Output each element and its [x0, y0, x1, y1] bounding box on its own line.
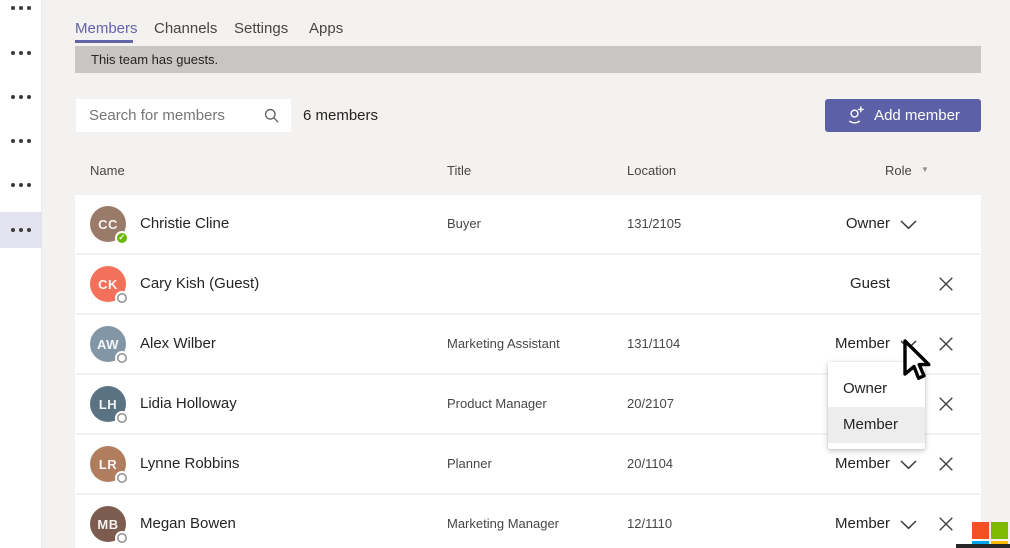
presence-badge-icon: [115, 411, 129, 425]
teams-sidebar: [0, 0, 42, 548]
member-role[interactable]: Guest: [850, 255, 890, 313]
member-title: Planner: [447, 456, 492, 471]
avatar-initials: CC: [98, 216, 118, 232]
member-avatar: MB: [90, 506, 129, 545]
remove-member-button[interactable]: [938, 396, 954, 412]
member-row: CK Cary Kish (Guest) Guest: [75, 255, 981, 315]
video-edge-strip: [956, 544, 1010, 548]
remove-member-button[interactable]: [938, 276, 954, 292]
more-dots-icon: [27, 95, 31, 99]
member-name: Cary Kish (Guest): [140, 275, 260, 292]
sidebar-item-team-3[interactable]: [0, 79, 42, 115]
person-add-icon: [849, 106, 864, 124]
remove-member-button[interactable]: [938, 336, 954, 352]
more-dots-icon: [19, 228, 23, 232]
more-dots-icon: [19, 183, 23, 187]
guests-banner: This team has guests.: [75, 46, 981, 73]
role-chevron-down-icon[interactable]: [900, 340, 917, 350]
member-name: Lidia Holloway: [140, 395, 237, 412]
member-avatar: CK: [90, 266, 129, 305]
presence-badge-icon: [115, 471, 129, 485]
member-location: 12/1110: [627, 516, 673, 531]
more-dots-icon: [19, 95, 23, 99]
active-tab-underline: [75, 40, 133, 43]
more-dots-icon: [27, 228, 31, 232]
presence-badge-icon: [115, 351, 129, 365]
more-dots-icon: [27, 183, 31, 187]
role-sort-icon[interactable]: ▼: [921, 165, 929, 174]
avatar-initials: CK: [98, 276, 118, 292]
search-icon: [264, 108, 279, 123]
more-dots-icon: [11, 51, 15, 55]
avatar-initials: LR: [98, 456, 118, 472]
tab-members[interactable]: Members: [75, 20, 138, 37]
role-option-member[interactable]: Member: [828, 407, 925, 443]
more-dots-icon: [27, 139, 31, 143]
microsoft-logo-square: [972, 522, 989, 539]
member-role[interactable]: Member: [835, 495, 890, 548]
tab-channels[interactable]: Channels: [154, 20, 217, 37]
avatar-initials: LH: [98, 396, 118, 412]
member-location: 131/2105: [627, 216, 682, 231]
presence-badge-icon: [115, 531, 129, 545]
member-avatar: LH: [90, 386, 129, 425]
role-option-owner[interactable]: Owner: [828, 371, 925, 407]
member-location: 20/1104: [627, 456, 674, 471]
member-title: Buyer: [447, 216, 481, 231]
more-dots-icon: [19, 51, 23, 55]
search-input[interactable]: [76, 107, 263, 124]
avatar-initials: AW: [97, 336, 119, 352]
member-search-box: [76, 99, 291, 132]
more-dots-icon: [11, 228, 15, 232]
member-title: Marketing Assistant: [447, 336, 560, 351]
avatar-initials: MB: [97, 516, 119, 532]
member-location: 20/2107: [627, 396, 674, 411]
role-dropdown-menu: Owner Member: [828, 362, 925, 449]
microsoft-logo-square: [991, 522, 1008, 539]
member-name: Christie Cline: [140, 215, 230, 232]
more-dots-icon: [27, 6, 31, 10]
member-avatar: CC: [90, 206, 129, 245]
sidebar-item-team-5[interactable]: [0, 167, 42, 203]
column-header-location: Location: [627, 163, 677, 178]
member-count: 6 members: [303, 107, 379, 124]
sidebar-item-team-1[interactable]: [0, 0, 42, 26]
role-chevron-down-icon[interactable]: [900, 460, 917, 470]
member-row: CC Christie Cline Buyer 131/2105 Owner: [75, 195, 981, 255]
sidebar-item-team-2[interactable]: [0, 35, 42, 71]
member-location: 131/1104: [627, 336, 681, 351]
more-dots-icon: [11, 95, 15, 99]
member-row: MB Megan Bowen Marketing Manager 12/1110…: [75, 495, 981, 548]
tab-apps[interactable]: Apps: [309, 20, 343, 37]
column-header-title: Title: [447, 163, 472, 178]
tab-settings[interactable]: Settings: [234, 20, 288, 37]
teams-manage-team-window: Members Channels Settings Apps This team…: [0, 0, 1010, 548]
member-name: Lynne Robbins: [140, 455, 240, 472]
member-title: Product Manager: [447, 396, 547, 411]
column-header-name: Name: [90, 163, 125, 178]
more-dots-icon: [27, 51, 31, 55]
member-title: Marketing Manager: [447, 516, 559, 531]
remove-member-button[interactable]: [938, 456, 954, 472]
presence-badge-icon: [115, 291, 129, 305]
role-chevron-down-icon[interactable]: [900, 520, 917, 530]
sidebar-item-team-4[interactable]: [0, 123, 42, 159]
more-dots-icon: [11, 139, 15, 143]
more-dots-icon: [19, 139, 23, 143]
member-avatar: AW: [90, 326, 129, 365]
member-avatar: LR: [90, 446, 129, 485]
sidebar-item-team-6[interactable]: [0, 212, 42, 248]
more-dots-icon: [19, 6, 23, 10]
add-member-button[interactable]: Add member: [825, 99, 981, 132]
more-dots-icon: [11, 6, 15, 10]
more-dots-icon: [11, 183, 15, 187]
remove-member-button[interactable]: [938, 516, 954, 532]
member-role[interactable]: Owner: [846, 195, 890, 253]
role-chevron-down-icon[interactable]: [900, 220, 917, 230]
add-member-label: Add member: [874, 107, 960, 124]
member-name: Alex Wilber: [140, 335, 216, 352]
member-name: Megan Bowen: [140, 515, 236, 532]
presence-badge-icon: [115, 231, 129, 245]
column-header-role[interactable]: Role: [885, 163, 912, 178]
